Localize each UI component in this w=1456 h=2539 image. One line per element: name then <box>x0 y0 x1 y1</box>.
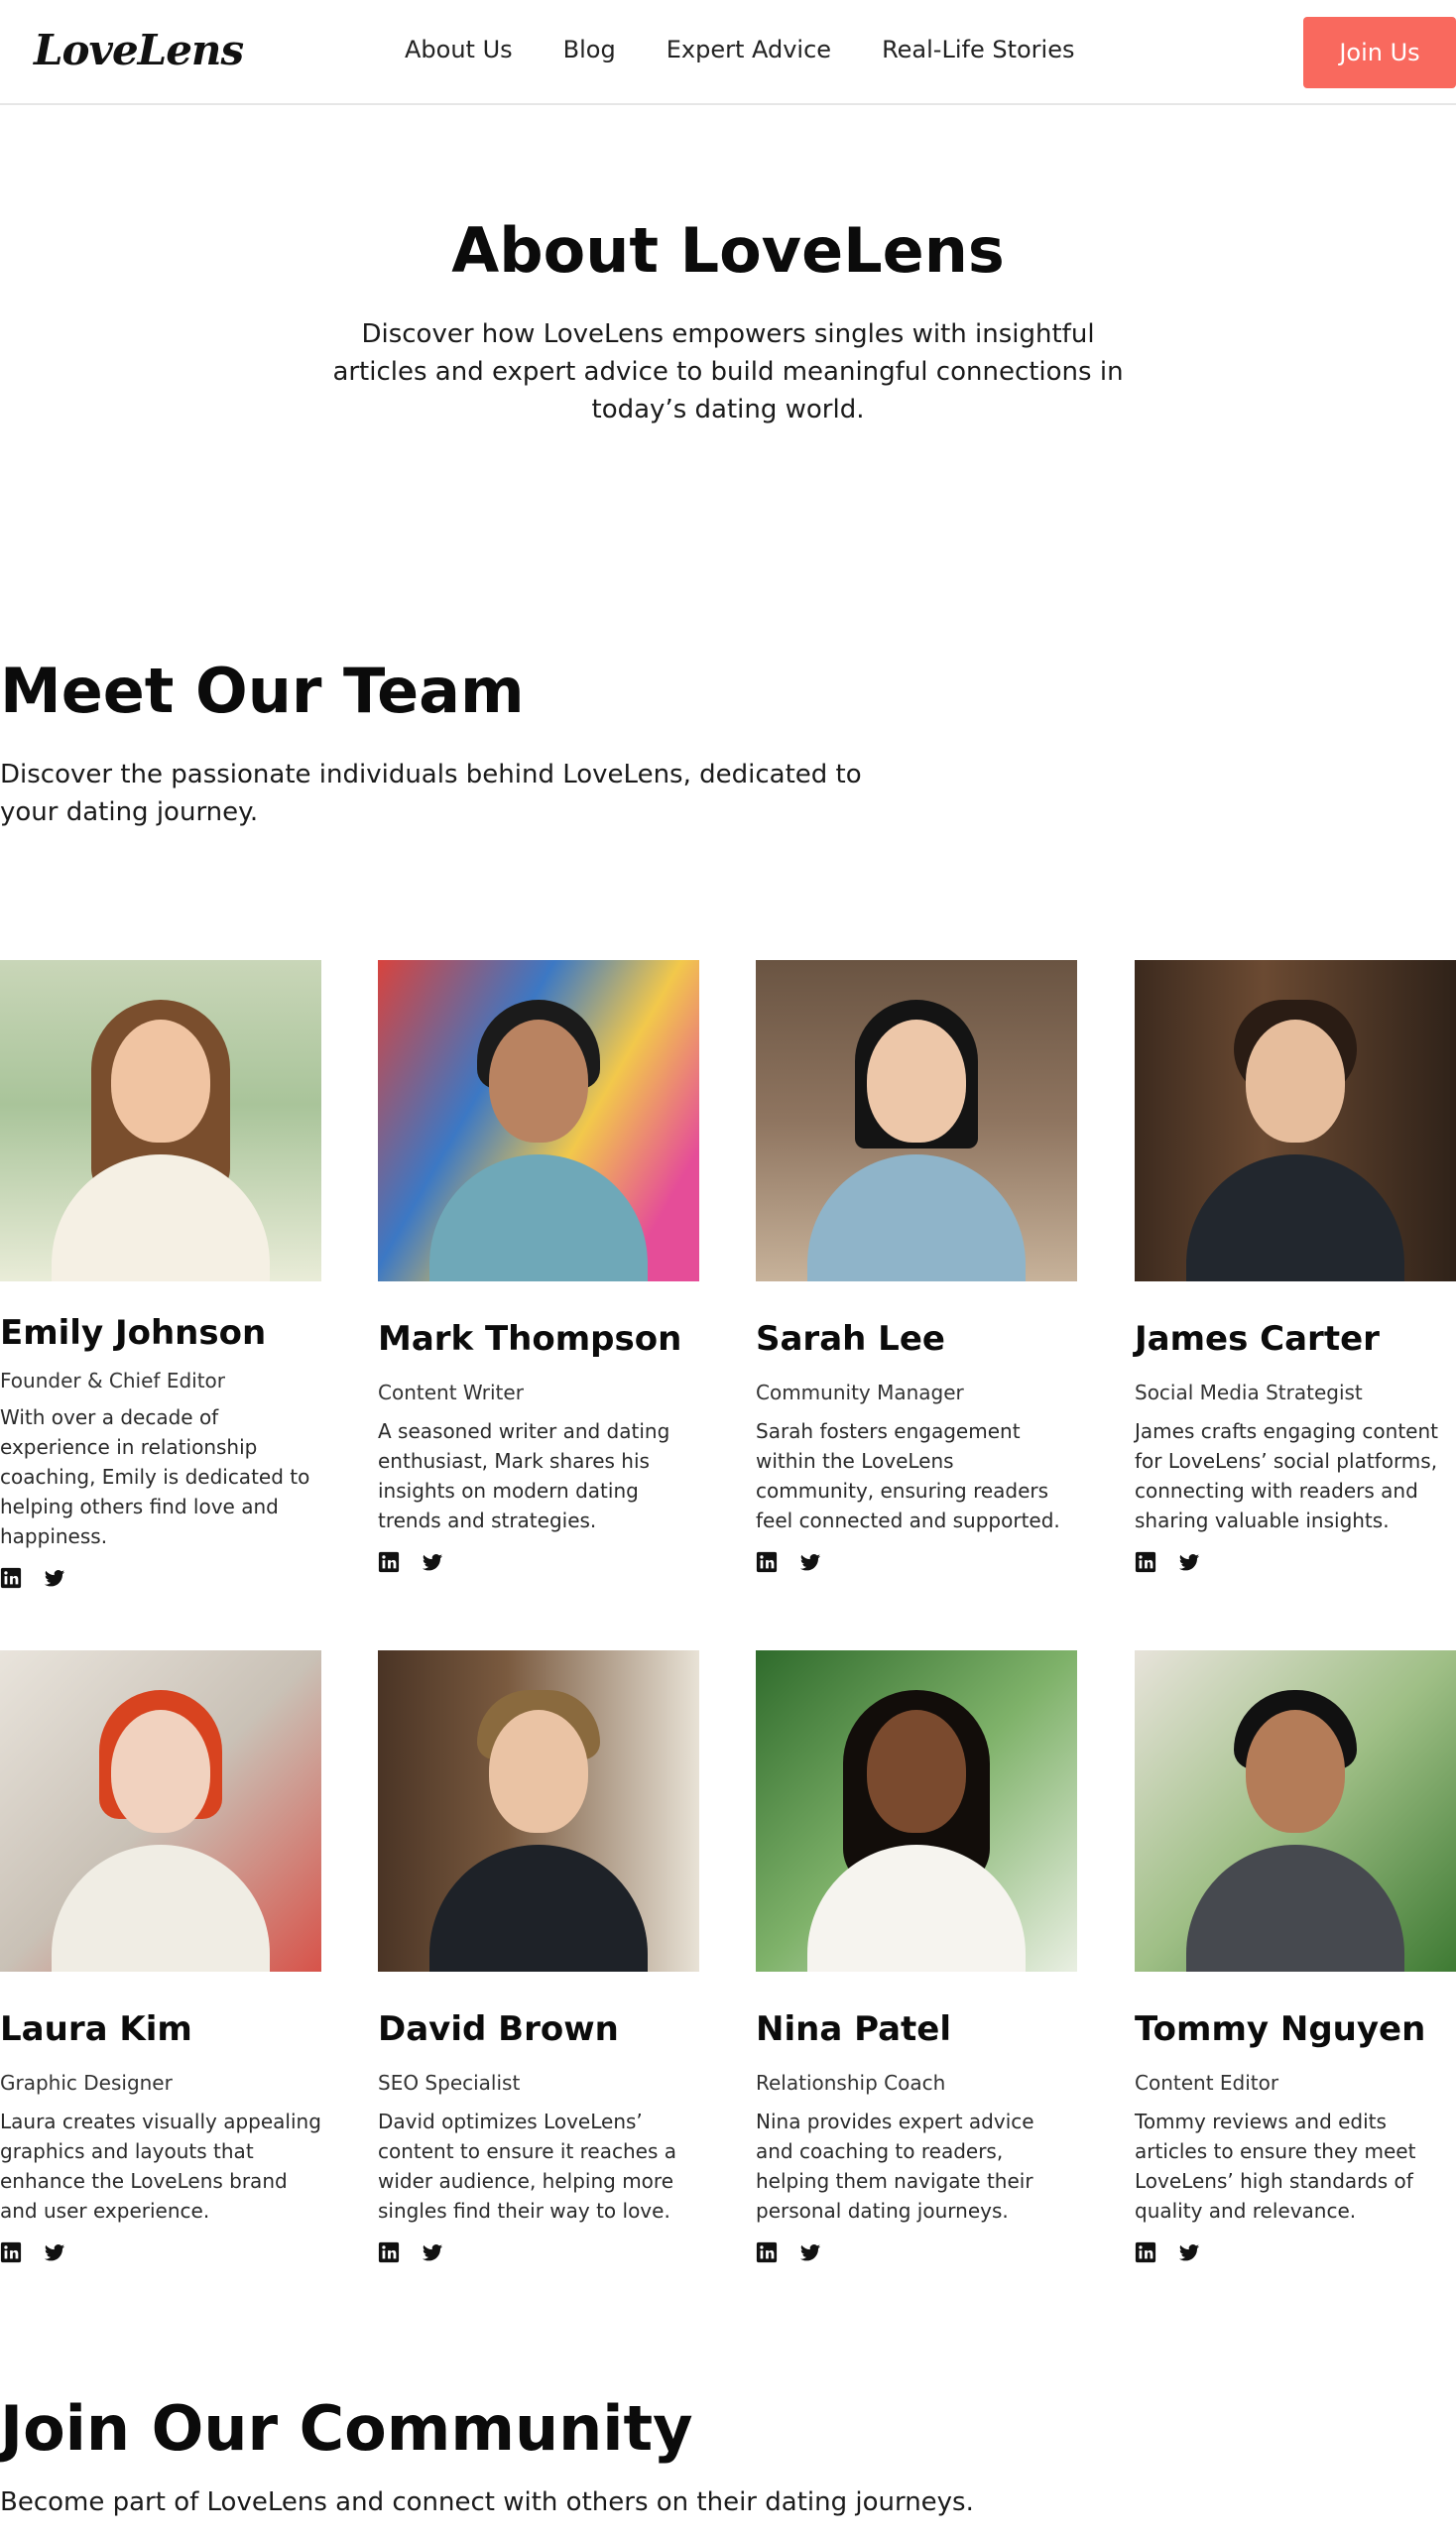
member-name: Nina Patel <box>756 2009 952 2049</box>
team-card: Nina Patel Relationship Coach Nina provi… <box>756 1650 1077 2263</box>
twitter-icon[interactable] <box>799 1551 821 1573</box>
linkedin-icon[interactable] <box>1135 2241 1156 2263</box>
community-title: Join Our Community <box>0 2392 693 2465</box>
twitter-icon[interactable] <box>799 2241 821 2263</box>
linkedin-icon[interactable] <box>378 2241 400 2263</box>
member-photo <box>0 960 321 1281</box>
linkedin-icon[interactable] <box>756 2241 778 2263</box>
linkedin-icon[interactable] <box>0 2241 22 2263</box>
member-name: Sarah Lee <box>756 1319 945 1359</box>
nav-expert-advice[interactable]: Expert Advice <box>667 36 831 63</box>
member-name: Laura Kim <box>0 2009 192 2049</box>
linkedin-icon[interactable] <box>1135 1551 1156 1573</box>
linkedin-icon[interactable] <box>756 1551 778 1573</box>
member-name: James Carter <box>1135 1319 1380 1359</box>
social-links <box>756 2241 1077 2263</box>
social-links <box>0 2241 321 2263</box>
member-role: Content Writer <box>378 1381 524 1404</box>
nav-real-life-stories[interactable]: Real-Life Stories <box>882 36 1074 63</box>
site-header: LoveLens About Us Blog Expert Advice Rea… <box>0 0 1456 105</box>
team-title: Meet Our Team <box>0 655 525 727</box>
team-card: Sarah Lee Community Manager Sarah foster… <box>756 960 1077 1573</box>
logo[interactable]: LoveLens <box>34 26 244 74</box>
twitter-icon[interactable] <box>44 2241 65 2263</box>
member-bio: Tommy reviews and edits articles to ensu… <box>1135 2110 1416 2223</box>
twitter-icon[interactable] <box>44 1567 65 1589</box>
member-photo <box>756 1650 1077 1972</box>
twitter-icon[interactable] <box>1178 2241 1200 2263</box>
social-links <box>756 1551 1077 1573</box>
twitter-icon[interactable] <box>422 2241 443 2263</box>
member-bio: Sarah fosters engagement within the Love… <box>756 1419 1060 1532</box>
member-photo <box>378 1650 699 1972</box>
member-name: Mark Thompson <box>378 1319 682 1359</box>
team-card: James Carter Social Media Strategist Jam… <box>1135 960 1456 1573</box>
member-bio: With over a decade of experience in rela… <box>0 1405 310 1548</box>
member-role: Community Manager <box>756 1381 964 1404</box>
team-card: Mark Thompson Content Writer A seasoned … <box>378 960 699 1573</box>
team-card: Laura Kim Graphic Designer Laura creates… <box>0 1650 321 2263</box>
member-bio: David optimizes LoveLens’ content to ens… <box>378 2110 676 2223</box>
social-links <box>378 1551 699 1573</box>
twitter-icon[interactable] <box>1178 1551 1200 1573</box>
social-links <box>1135 1551 1456 1573</box>
member-bio: A seasoned writer and dating enthusiast,… <box>378 1419 670 1532</box>
linkedin-icon[interactable] <box>378 1551 400 1573</box>
about-title: About LoveLens <box>451 214 1005 287</box>
nav-blog[interactable]: Blog <box>563 36 616 63</box>
social-links <box>378 2241 699 2263</box>
team-card: Emily Johnson Founder & Chief Editor Wit… <box>0 960 321 1589</box>
team-description: Discover the passionate individuals behi… <box>0 760 862 827</box>
social-links <box>1135 2241 1456 2263</box>
about-description: Discover how LoveLens empowers singles w… <box>332 319 1124 424</box>
community-description: Become part of LoveLens and connect with… <box>0 2487 974 2517</box>
main-nav: About Us Blog Expert Advice Real-Life St… <box>405 36 1074 63</box>
member-photo <box>756 960 1077 1281</box>
member-photo <box>1135 1650 1456 1972</box>
member-name: Emily Johnson <box>0 1313 267 1353</box>
member-name: Tommy Nguyen <box>1135 2009 1426 2049</box>
member-role: SEO Specialist <box>378 2071 521 2095</box>
member-role: Founder & Chief Editor <box>0 1369 226 1392</box>
social-links <box>0 1567 321 1589</box>
member-photo <box>0 1650 321 1972</box>
twitter-icon[interactable] <box>422 1551 443 1573</box>
team-card: Tommy Nguyen Content Editor Tommy review… <box>1135 1650 1456 2263</box>
member-bio: Laura creates visually appealing graphic… <box>0 2110 321 2223</box>
team-card: David Brown SEO Specialist David optimiz… <box>378 1650 699 2263</box>
member-role: Social Media Strategist <box>1135 1381 1363 1404</box>
member-role: Content Editor <box>1135 2071 1279 2095</box>
join-us-button[interactable]: Join Us <box>1303 17 1456 88</box>
linkedin-icon[interactable] <box>0 1567 22 1589</box>
member-bio: Nina provides expert advice and coaching… <box>756 2110 1034 2223</box>
member-bio: James crafts engaging content for LoveLe… <box>1135 1419 1438 1532</box>
member-name: David Brown <box>378 2009 619 2049</box>
member-photo <box>378 960 699 1281</box>
member-role: Graphic Designer <box>0 2071 173 2095</box>
member-role: Relationship Coach <box>756 2071 946 2095</box>
member-photo <box>1135 960 1456 1281</box>
nav-about-us[interactable]: About Us <box>405 36 513 63</box>
